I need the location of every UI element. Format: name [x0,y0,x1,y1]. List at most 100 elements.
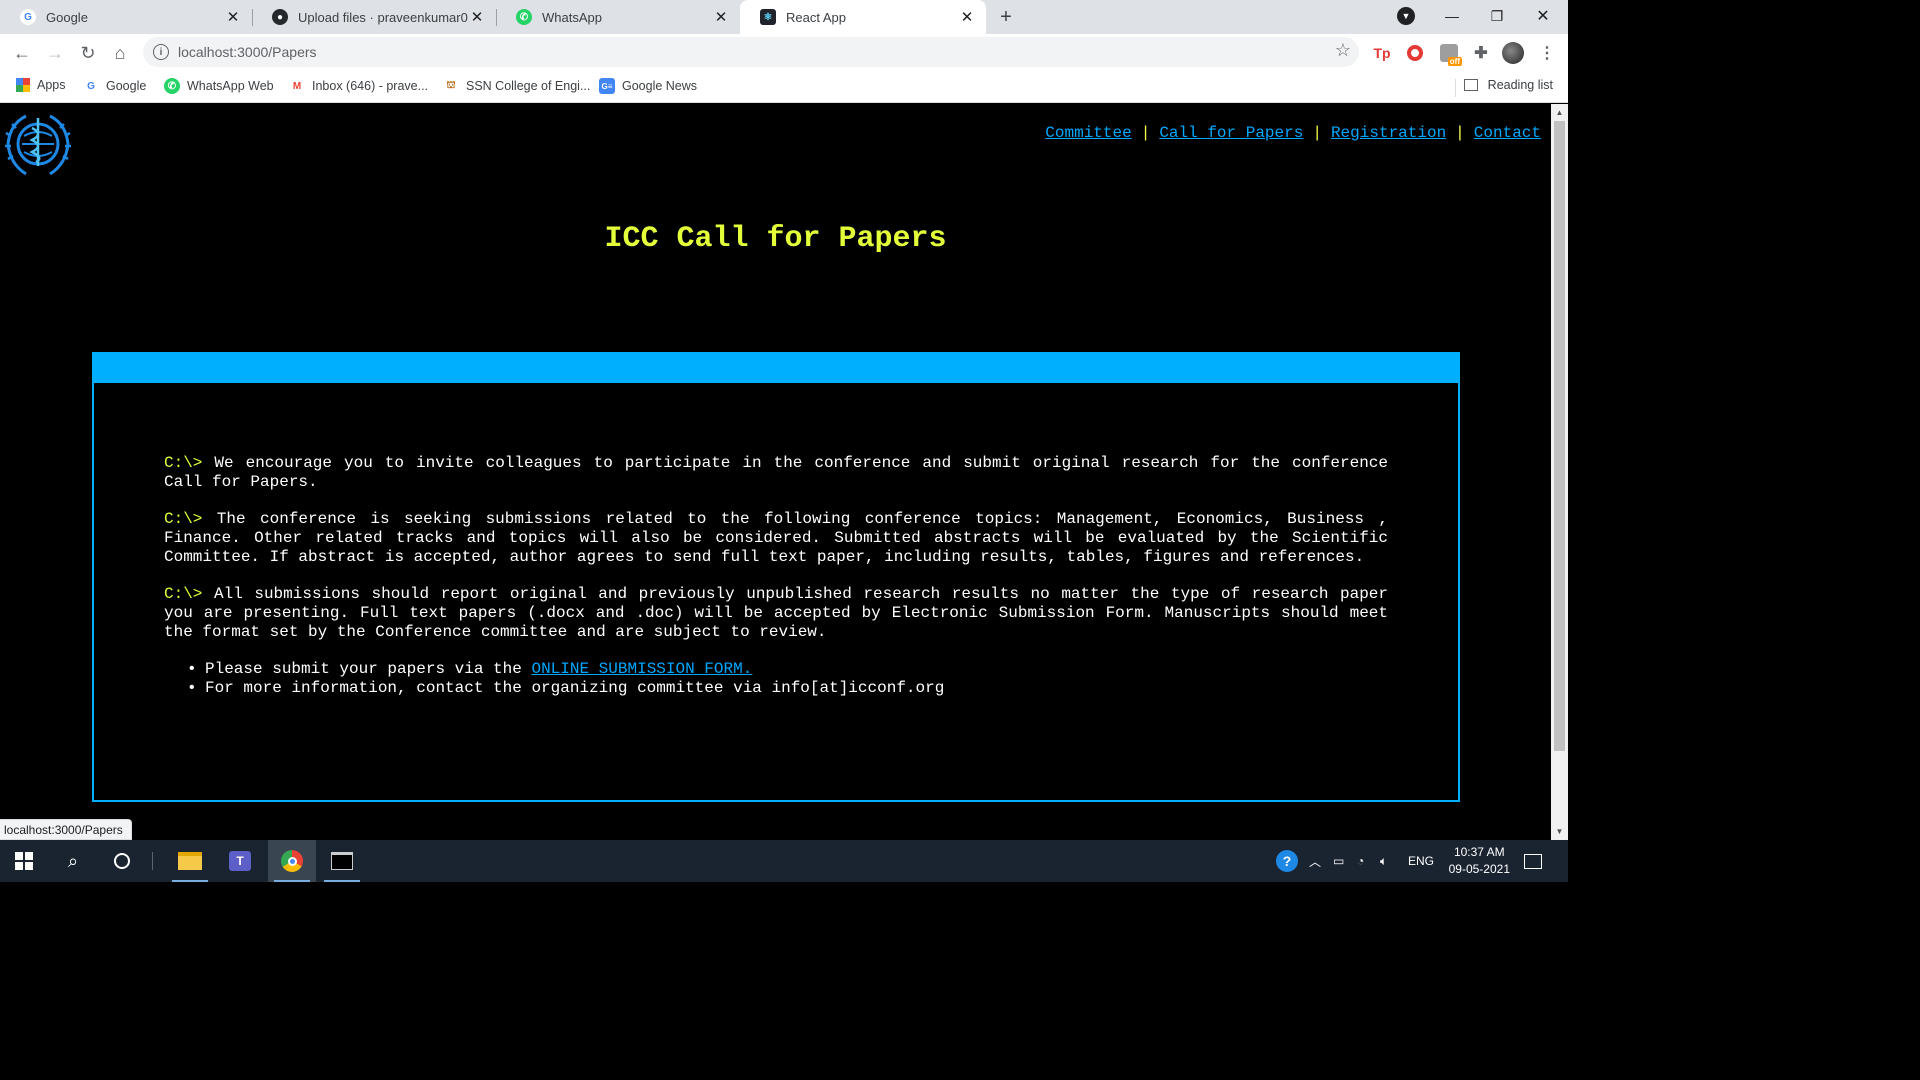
reading-list-label: Reading list [1487,78,1553,92]
url-text[interactable]: localhost:3000/Papers [178,44,317,60]
online-submission-form-link[interactable]: ONLINE SUBMISSION FORM. [531,660,752,678]
whatsapp-icon: ✆ [516,9,532,25]
address-bar[interactable]: i localhost:3000/Papers ☆ [143,37,1359,67]
close-icon[interactable]: ✕ [224,8,242,26]
bookmark-label: Google [106,79,147,93]
panel-body: C:\> We encourage you to invite colleagu… [164,454,1388,698]
tab-title: WhatsApp [542,9,602,25]
prompt-label: C:\> [164,454,203,472]
call-for-papers-panel: C:\> We encourage you to invite colleagu… [92,352,1460,802]
teams-logo: T [229,851,251,871]
tab-whatsapp[interactable]: ✆ WhatsApp ✕ [496,0,740,34]
reading-list-button[interactable]: Reading list [1463,78,1553,92]
top-navigation: Committee | Call for Papers | Registration | C… [1045,124,1541,142]
clock-time: 10:37 AM [1453,845,1505,859]
tray-overflow-chevron-icon[interactable]: ︿ [1309,840,1321,882]
opera-extension-icon[interactable] [1404,42,1426,64]
tab-google[interactable]: G Google ✕ [0,0,252,34]
file-explorer-icon[interactable] [166,840,214,882]
windows-icon [15,852,33,870]
google-news-icon: G≡ [599,78,615,94]
cortana-ring [114,853,130,869]
nav-link-registration[interactable]: Registration [1331,124,1446,142]
folder-shape [178,852,202,870]
star-icon[interactable]: ☆ [1335,40,1351,61]
nav-link-contact[interactable]: Contact [1474,124,1541,142]
nav-separator: | [1455,124,1465,142]
search-icon[interactable]: ⌕ [49,840,97,882]
tab-title: React App [786,9,846,25]
extension-box: off [1440,44,1462,66]
clock[interactable]: 10:37 AM 09-05-2021 [1449,844,1510,878]
off-badge: off [1447,57,1462,66]
home-button[interactable]: ⌂ [108,41,132,65]
tab-react-app[interactable]: ⚛ React App ✕ [740,0,986,34]
help-circle: ? [1276,850,1298,872]
restore-button[interactable]: ❐ [1474,0,1520,32]
scroll-up-arrow[interactable]: ▲ [1551,104,1568,121]
list-item: For more information, contact the organi… [187,679,1388,698]
apps-grid-icon [16,78,30,92]
bookmark-google[interactable]: G Google [83,78,146,94]
new-tab-button[interactable]: + [992,5,1020,29]
github-icon: ● [272,9,288,25]
close-icon[interactable]: ✕ [958,8,976,26]
reload-button[interactable]: ↻ [76,41,100,65]
scroll-down-arrow[interactable]: ▼ [1551,823,1568,840]
bookmark-label: Apps [37,78,66,92]
tab-github[interactable]: ● Upload files · praveenkumar0211 ✕ [252,0,496,34]
running-indicator [274,880,310,882]
page-scrollbar[interactable]: ▲ ▼ [1551,104,1568,840]
start-button[interactable] [0,840,48,882]
tab-search-button[interactable]: ▼ [1383,0,1429,32]
info-icon[interactable]: i [153,44,169,60]
list-item: Please submit your papers via the ONLINE… [187,660,1388,679]
terminal-icon[interactable] [318,840,366,882]
prompt-label: C:\> [164,585,203,603]
tab-title: Upload files · praveenkumar0211 [298,9,468,25]
volume-icon[interactable]: 🔈︎ [1380,840,1387,882]
bookmarks-divider [1455,79,1456,97]
bookmark-inbox[interactable]: M Inbox (646) - prave... [289,78,428,94]
paragraph-text: All submissions should report original a… [164,585,1388,641]
notification-bubble [1524,853,1542,869]
wifi-icon[interactable]: ◔ [1357,840,1364,882]
bookmark-label: Google News [622,79,698,93]
gmail-icon: M [292,80,302,92]
cortana-icon[interactable] [98,840,146,882]
chrome-taskbar-icon[interactable] [268,840,316,882]
help-icon[interactable]: ? [1276,840,1298,882]
bookmark-label: WhatsApp Web [187,79,274,93]
tp-extension-icon[interactable]: Tp [1371,42,1393,64]
bookmark-ssn[interactable]: ⛫ SSN College of Engi... [443,78,590,94]
menu-icon[interactable]: ⋮ [1536,42,1558,64]
battery-icon[interactable]: ▭ [1333,840,1344,882]
close-window-button[interactable]: ✕ [1520,0,1566,32]
nav-link-call-for-papers[interactable]: Call for Papers [1159,124,1303,142]
submission-info-list: Please submit your papers via the ONLINE… [187,660,1388,698]
profile-avatar[interactable] [1502,42,1524,64]
back-button[interactable]: ← [10,41,34,65]
paragraph-text: We encourage you to invite colleagues to… [164,454,1389,491]
puzzle-icon[interactable]: ✚ [1470,42,1492,64]
notifications-icon[interactable] [1524,840,1542,882]
forward-button[interactable]: → [43,41,67,65]
teams-icon[interactable]: T [216,840,264,882]
off-extension-icon[interactable]: off [1438,42,1462,66]
bookmark-whatsapp-web[interactable]: ✆ WhatsApp Web [164,78,274,94]
ssn-icon: ⛫ [446,79,456,91]
react-icon: ⚛ [760,9,776,25]
google-icon: G [87,80,95,92]
minimize-button[interactable]: — [1429,0,1475,32]
page-content: Committee | Call for Papers | Registration | C… [0,104,1551,840]
panel-header-bar [94,354,1458,383]
close-icon[interactable]: ✕ [468,8,486,26]
close-icon[interactable]: ✕ [712,8,730,26]
nav-link-committee[interactable]: Committee [1045,124,1131,142]
scroll-thumb[interactable] [1554,121,1565,751]
language-indicator[interactable]: ENG [1408,840,1434,882]
bookmark-apps[interactable]: Apps [16,78,66,92]
whatsapp-icon: ✆ [164,78,180,94]
bookmark-google-news[interactable]: G≡ Google News [599,78,697,94]
bookmark-label: Inbox (646) - prave... [312,79,429,93]
